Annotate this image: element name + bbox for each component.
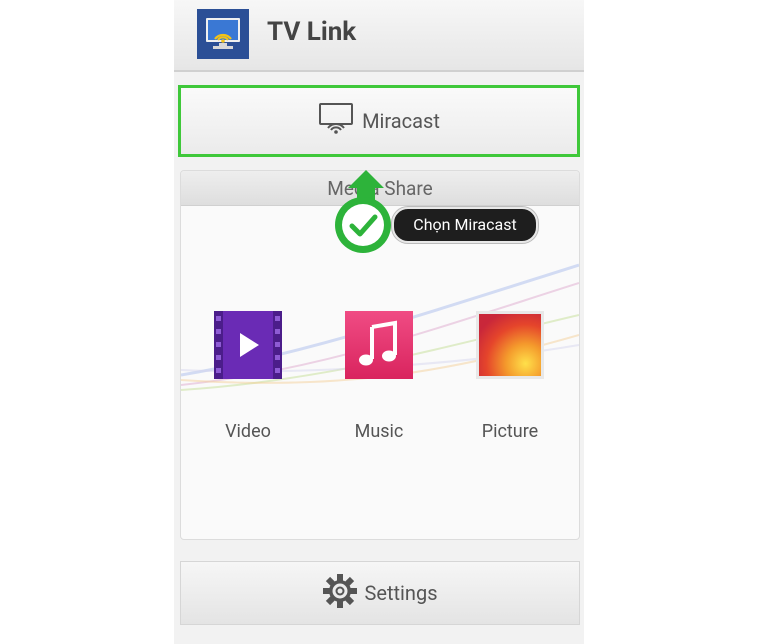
picture-gradient-icon	[476, 311, 544, 379]
tv-wifi-icon[interactable]	[197, 9, 249, 59]
media-label-picture: Picture	[481, 421, 539, 442]
media-label-music: Music	[354, 421, 404, 442]
gear-icon	[322, 573, 358, 613]
media-item-picture[interactable]: Picture	[460, 311, 560, 442]
settings-button[interactable]: Settings	[180, 561, 580, 625]
media-label-video: Video	[225, 421, 271, 442]
miracast-label: Miracast	[362, 109, 440, 133]
screen-mirror-icon	[318, 102, 354, 140]
media-item-video[interactable]: Video	[198, 311, 298, 442]
miracast-button[interactable]: Miracast	[178, 85, 580, 157]
app-title: TV Link	[267, 17, 357, 47]
video-play-icon	[214, 311, 282, 379]
check-circle-icon	[335, 197, 391, 253]
phone-screen: TV Link Miracast Media Share Video Music…	[174, 0, 584, 644]
callout-tooltip: Chọn Miracast	[392, 207, 538, 243]
music-note-icon	[345, 311, 413, 379]
app-header: TV Link	[174, 0, 584, 72]
media-item-music[interactable]: Music	[329, 311, 429, 442]
settings-label: Settings	[364, 581, 438, 605]
